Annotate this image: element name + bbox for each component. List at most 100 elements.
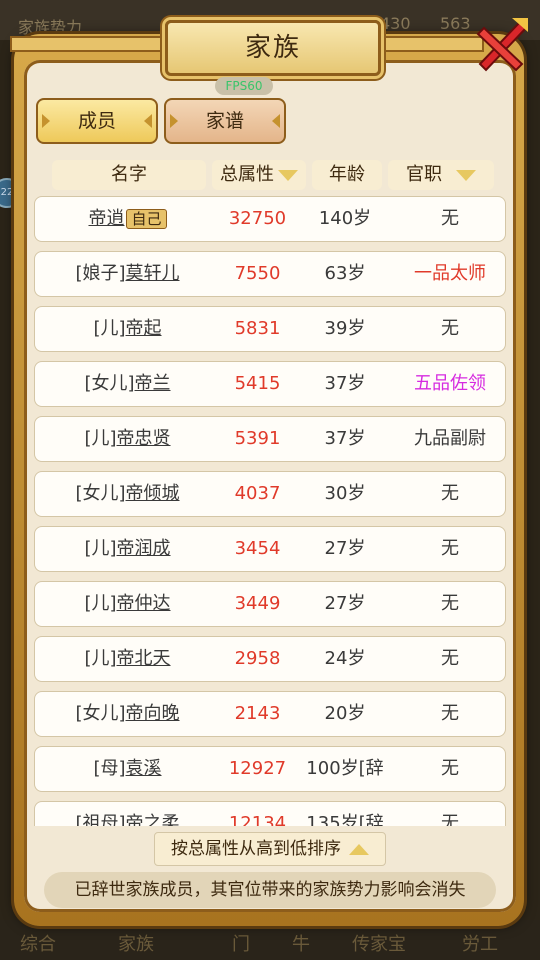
member-relation: [女儿] <box>75 483 126 504</box>
sort-down-icon <box>278 169 298 181</box>
header-attr-label: 总属性 <box>220 164 274 185</box>
member-age: 140岁 <box>318 208 372 229</box>
member-attr: 3449 <box>234 593 281 614</box>
member-attr: 5831 <box>234 318 281 339</box>
member-rank: 无 <box>441 318 459 339</box>
member-name-link[interactable]: 帝润成 <box>117 538 171 559</box>
member-relation: [女儿] <box>75 703 126 724</box>
member-age: 27岁 <box>324 593 366 614</box>
title-plate: 家族 <box>165 20 381 76</box>
sort-order-button[interactable]: 按总属性从高到低排序 <box>154 832 386 866</box>
title-wing-right <box>370 36 484 52</box>
member-age: 100岁[辞世] <box>306 758 384 823</box>
background-resource-2: 563 <box>440 14 471 33</box>
member-row[interactable]: [儿]帝仲达 3449 27岁 无 <box>34 581 506 627</box>
sort-up-icon <box>349 843 369 855</box>
member-row[interactable]: [母]袁溪 12927 100岁[辞世] 无 <box>34 746 506 823</box>
member-age: 20岁 <box>324 703 366 724</box>
member-row[interactable]: [儿]帝润成 3454 27岁 无 <box>34 526 506 572</box>
member-row[interactable]: 帝逍 自己 32750 140岁 无 <box>34 196 506 242</box>
member-age: 24岁 <box>324 648 366 669</box>
member-row[interactable]: [女儿]帝兰 5415 37岁 五品佐领 <box>34 361 506 407</box>
member-row[interactable]: [儿]帝起 5831 39岁 无 <box>34 306 506 352</box>
member-attr: 7550 <box>234 263 281 284</box>
member-rank: 无 <box>441 758 459 779</box>
member-age: 135岁[辞世] <box>306 813 384 826</box>
member-name-link[interactable]: 帝之柔 <box>126 813 180 826</box>
header-rank[interactable]: 官职 <box>388 160 494 190</box>
member-rank: 无 <box>441 593 459 614</box>
member-rank: 无 <box>441 538 459 559</box>
close-button[interactable] <box>470 14 532 76</box>
header-name-label: 名字 <box>111 164 147 185</box>
member-age: 63岁 <box>324 263 366 284</box>
title-wing-left <box>10 36 174 52</box>
member-row[interactable]: [女儿]帝向晚 2143 20岁 无 <box>34 691 506 737</box>
member-attr: 3454 <box>234 538 281 559</box>
member-name-cell: [儿]帝起 <box>35 307 220 351</box>
member-age: 27岁 <box>324 538 366 559</box>
member-row[interactable]: [祖母]帝之柔 12134 135岁[辞世] 无 <box>34 801 506 826</box>
tab-family-tree[interactable]: 家谱 <box>164 98 286 144</box>
member-relation: [娘子] <box>75 263 126 284</box>
member-attr: 5415 <box>234 373 281 394</box>
member-relation: [女儿] <box>84 373 135 394</box>
member-name-link[interactable]: 莫轩儿 <box>126 263 180 284</box>
bottom-nav-item: 労工 <box>462 934 498 955</box>
member-attr: 2958 <box>234 648 281 669</box>
member-name-cell: [娘子]莫轩儿 <box>35 252 220 296</box>
member-attr: 32750 <box>228 208 287 229</box>
member-rank: 五品佐领 <box>414 373 486 394</box>
member-rank: 无 <box>441 483 459 504</box>
member-name-link[interactable]: 帝起 <box>126 318 162 339</box>
member-relation: [母] <box>93 758 126 779</box>
member-rank: 一品太师 <box>414 263 486 284</box>
self-badge: 自己 <box>126 209 167 229</box>
tab-arrow-icon <box>42 114 50 128</box>
tab-members[interactable]: 成员 <box>36 98 158 144</box>
member-name-link[interactable]: 帝倾城 <box>126 483 180 504</box>
background-bottom-nav <box>0 920 540 960</box>
member-age: 37岁 <box>324 373 366 394</box>
member-name-link[interactable]: 帝兰 <box>135 373 171 394</box>
member-row[interactable]: [女儿]帝倾城 4037 30岁 无 <box>34 471 506 517</box>
member-name-link[interactable]: 帝忠贤 <box>117 428 171 449</box>
member-relation: [儿] <box>84 648 117 669</box>
member-rank: 无 <box>441 208 459 229</box>
sort-order-label: 按总属性从高到低排序 <box>171 839 341 859</box>
member-name-link[interactable]: 帝逍 <box>88 208 124 229</box>
bottom-nav-item: 传家宝 <box>352 934 406 955</box>
tab-arrow-icon <box>272 114 280 128</box>
header-attr[interactable]: 总属性 <box>212 160 306 190</box>
header-name: 名字 <box>52 160 206 190</box>
member-name-cell: [儿]帝润成 <box>35 527 220 571</box>
member-attr: 5391 <box>234 428 281 449</box>
member-relation: [祖母] <box>75 813 126 826</box>
tab-arrow-icon <box>144 114 152 128</box>
member-age: 30岁 <box>324 483 366 504</box>
member-name-link[interactable]: 帝北天 <box>117 648 171 669</box>
bottom-nav-item: 门 <box>232 934 250 955</box>
member-row[interactable]: [儿]帝北天 2958 24岁 无 <box>34 636 506 682</box>
member-rank: 无 <box>441 648 459 669</box>
member-name-link[interactable]: 帝向晚 <box>126 703 180 724</box>
member-name-cell: [女儿]帝兰 <box>35 362 220 406</box>
fps-counter: FPS60 <box>215 77 273 95</box>
member-attr: 2143 <box>234 703 281 724</box>
deceased-note: 已辞世家族成员，其官位带来的家族势力影响会消失 <box>44 872 496 908</box>
panel-title: 家族 <box>244 33 301 63</box>
tab-label: 成员 <box>77 110 116 132</box>
member-name-cell: [女儿]帝倾城 <box>35 472 220 516</box>
background-resource-1: 430 <box>380 14 411 33</box>
member-row[interactable]: [儿]帝忠贤 5391 37岁 九品副尉 <box>34 416 506 462</box>
member-rank: 无 <box>441 813 459 826</box>
member-list[interactable]: 帝逍 自己 32750 140岁无 [娘子]莫轩儿 7550 63岁 一品太师 [儿]帝起 583… <box>34 196 506 826</box>
member-name-cell: [儿]帝仲达 <box>35 582 220 626</box>
member-attr: 12134 <box>228 813 287 826</box>
member-relation: [儿] <box>84 593 117 614</box>
member-relation: [儿] <box>84 538 117 559</box>
member-rank: 无 <box>441 703 459 724</box>
member-name-link[interactable]: 帝仲达 <box>117 593 171 614</box>
member-row[interactable]: [娘子]莫轩儿 7550 63岁 一品太师 <box>34 251 506 297</box>
member-name-link[interactable]: 袁溪 <box>126 758 162 779</box>
